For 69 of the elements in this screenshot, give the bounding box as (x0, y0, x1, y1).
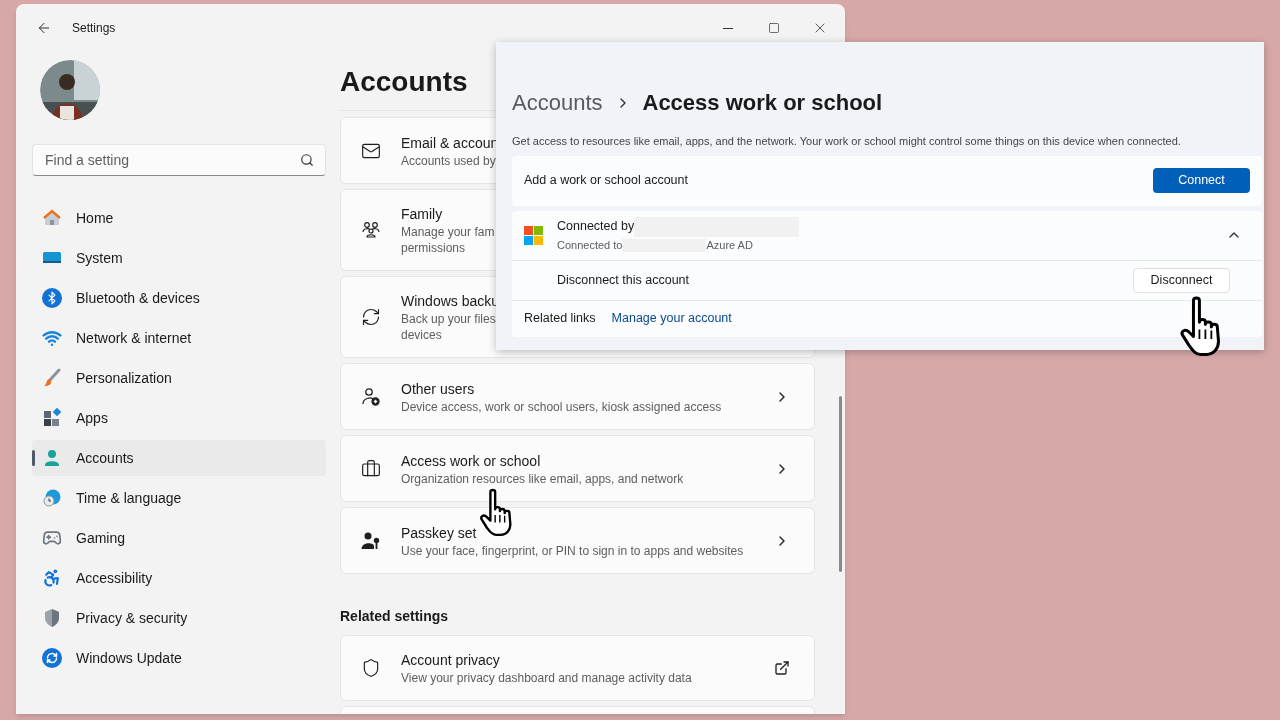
page-title: Access work or school (642, 89, 883, 117)
maximize-icon (768, 22, 780, 34)
gamepad-icon (42, 528, 62, 548)
card-subtitle: Device access, work or school users, kiosk assigned access (401, 398, 722, 415)
selection-indicator (32, 450, 35, 466)
nav-item[interactable]: Time & language (32, 480, 326, 516)
description: Get access to resources like email, apps, and the network. Your work or school might control some things on this device when connected. (512, 134, 1182, 149)
section-heading: Related settings (340, 607, 450, 626)
settings-card[interactable]: Account privacy View your privacy dashboard and manage activity data (340, 635, 815, 701)
nav-item[interactable]: Accessibility (32, 560, 326, 596)
card-subtitle: Manage your fam (401, 224, 495, 240)
window-title: Settings (72, 20, 116, 37)
card-title: Family (401, 205, 443, 224)
card-subtitle: Organization resources like email, apps, and network (401, 470, 684, 487)
card-title: Other users (401, 379, 475, 399)
card-subtitle: View your privacy dashboard and manage activity data (401, 670, 692, 686)
person-icon (42, 448, 62, 468)
nav-item[interactable]: System (32, 240, 326, 276)
refresh-icon (361, 307, 381, 327)
four-square-logo (524, 225, 543, 245)
home-icon (42, 208, 62, 228)
family-icon (361, 220, 381, 240)
nav-item[interactable]: Windows Update (32, 640, 326, 676)
globe-clock-icon (42, 488, 62, 508)
disconnect-button[interactable]: Disconnect (1133, 267, 1230, 293)
nav-item[interactable]: Personalization (32, 360, 326, 396)
page-title: Accounts (340, 65, 469, 99)
card-subtitle: Use your face, fingerprint, or PIN to sign in to apps and websites (401, 542, 744, 559)
card-subtitle: Back up your files (401, 311, 496, 327)
sync-icon (42, 648, 62, 668)
breadcrumb-link[interactable]: Accounts (512, 86, 603, 119)
accessibility-icon (42, 568, 62, 588)
card-title: Account privacy (401, 651, 500, 670)
account-title: Connected by (557, 218, 635, 236)
account-subtitle: Connected to (557, 237, 623, 253)
nav-item[interactable]: Network & internet (32, 320, 326, 356)
settings-card[interactable]: Access work or school Organization resources like email, apps, and network (340, 435, 815, 502)
nav-item[interactable]: Bluetooth & devices (32, 280, 326, 316)
row-label: Add a work or school account (524, 172, 689, 190)
card-subtitle: permissions (401, 240, 466, 256)
card-title: Access work or school (401, 451, 541, 471)
minimize-icon (723, 27, 733, 29)
person-key-icon (361, 530, 381, 551)
settings-card[interactable]: Other users Device access, work or school users, kiosk assigned access (340, 363, 815, 430)
user-add-icon (361, 386, 381, 407)
row-label: Disconnect this account (557, 271, 690, 289)
nav-item[interactable]: Accounts (32, 440, 326, 476)
card-subtitle: devices (401, 327, 442, 343)
brush-icon (42, 368, 62, 388)
external-link-icon (774, 660, 790, 676)
wifi-icon (42, 328, 62, 348)
card-subtitle: Accounts used by (401, 152, 496, 169)
briefcase-icon (361, 458, 381, 479)
nav-item[interactable]: Apps (32, 400, 326, 436)
connect-button[interactable]: Connect (1153, 168, 1250, 193)
nav-item[interactable]: Privacy & security (32, 600, 326, 636)
shield-icon (361, 658, 381, 678)
card-title: Passkey set (401, 523, 477, 543)
related-label: Related links (524, 310, 596, 328)
bluetooth-icon (42, 288, 62, 308)
search-field[interactable]: Find a setting (32, 144, 326, 176)
account-provider: Azure AD (706, 237, 753, 253)
shield-icon (42, 608, 62, 628)
nav-item[interactable]: Home (32, 200, 326, 236)
settings-card[interactable]: Passkey set Use your face, fingerprint, or PIN to sign in to apps and websites (340, 507, 815, 574)
manage-account-link[interactable]: Manage your account (611, 309, 732, 328)
nav-item[interactable]: Gaming (32, 520, 326, 556)
search-icon (300, 153, 314, 167)
apps-icon (42, 408, 62, 428)
